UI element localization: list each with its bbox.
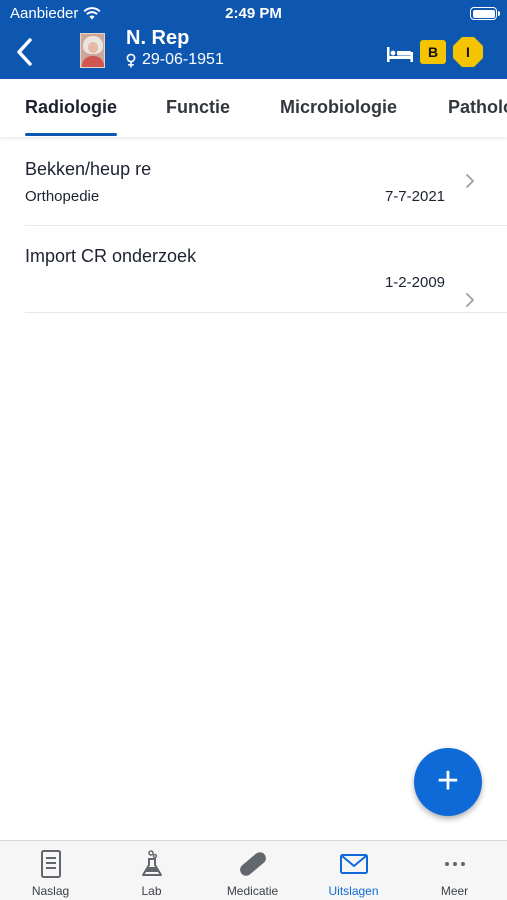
nav-label: Naslag [31,884,70,898]
nav-medicatie[interactable]: Medicatie [202,841,303,900]
nav-naslag[interactable]: Naslag [0,841,101,900]
nav-uitslagen[interactable]: Uitslagen [303,841,404,900]
patient-name[interactable]: N. Rep [126,27,189,50]
top-bar: Aanbieder 2:49 PM N. Rep 29-06-1951 B I [0,0,507,79]
add-button[interactable]: + [414,748,482,816]
more-icon [445,862,465,866]
tab-functie[interactable]: Functie [166,97,230,118]
dob-value: 29-06-1951 [142,51,224,68]
tab-pathologie[interactable]: Pathologie [448,97,507,118]
nav-label: Lab [141,884,162,898]
result-date: 7-7-2021 [384,188,445,205]
status-bar: Aanbieder 2:49 PM [0,0,507,28]
tab-microbiologie[interactable]: Microbiologie [280,97,397,118]
chevron-right-icon [466,293,474,307]
female-icon [126,53,136,67]
result-title: Import CR onderzoek [25,246,197,266]
tab-radiologie[interactable]: Radiologie [25,97,117,118]
clock: 2:49 PM [225,5,282,22]
bottom-tab-bar: Naslag Lab Medicatie Uitslagen Meer [0,840,507,900]
chevron-right-icon [466,174,474,188]
nav-meer[interactable]: Meer [404,841,505,900]
patient-avatar[interactable] [80,33,105,68]
bed-icon[interactable] [386,44,414,64]
battery-icon [470,7,500,20]
pill-icon [240,852,266,876]
list-item[interactable]: Bekken/heup re Orthopedie 7-7-2021 [25,139,507,226]
patient-dob: 29-06-1951 [126,51,224,69]
nav-label: Medicatie [226,884,279,898]
document-icon [41,850,61,878]
nav-label: Uitslagen [328,884,379,898]
results-tabs: Radiologie Functie Microbiologie Patholo… [0,79,507,137]
result-department: Orthopedie [25,188,100,205]
badge-i[interactable]: I [452,36,484,68]
active-tab-indicator [25,133,117,136]
badge-b[interactable]: B [420,40,446,64]
nav-label: Meer [440,884,469,898]
result-title: Bekken/heup re [25,159,152,179]
result-date: 1-2-2009 [384,274,445,291]
envelope-icon [340,854,368,874]
back-chevron-icon[interactable] [12,36,38,68]
plus-icon: + [436,760,460,802]
flask-icon [142,850,162,876]
nav-lab[interactable]: Lab [101,841,202,900]
badge-i-label: I [466,44,470,60]
list-item[interactable]: Import CR onderzoek 1-2-2009 [25,226,507,313]
